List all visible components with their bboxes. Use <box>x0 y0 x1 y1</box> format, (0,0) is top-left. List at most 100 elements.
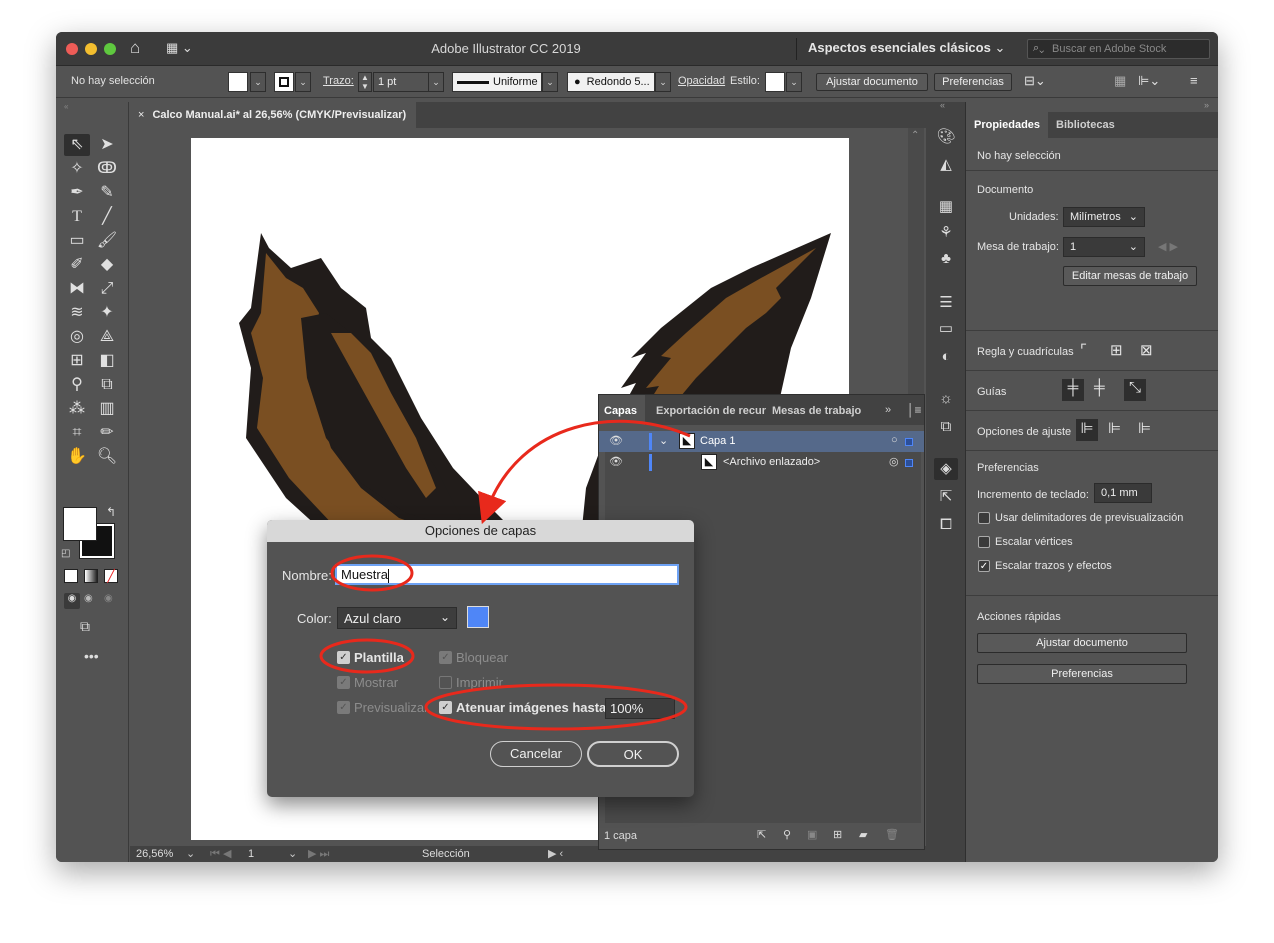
stroke-weight-input[interactable]: 1 pt <box>373 72 429 92</box>
draw-behind-icon[interactable]: ◉ <box>84 593 93 604</box>
layer-name[interactable]: Capa 1 <box>700 435 735 447</box>
arrange-icon[interactable]: ⊟⌄ <box>1024 73 1046 89</box>
gradient-mode-icon[interactable] <box>84 569 98 583</box>
puppet-warp-tool-icon[interactable]: ✦ <box>94 302 120 324</box>
panel-collapse-icon[interactable]: « <box>64 102 122 112</box>
units-dropdown[interactable]: Milímetros ⌄ <box>1063 207 1145 227</box>
artboard-tool-icon[interactable]: ⌗ <box>64 422 90 444</box>
blend-tool-icon[interactable]: ⧉ <box>94 374 120 396</box>
artboard-dropdown-icon[interactable]: ⌄ <box>288 847 297 860</box>
stroke-swatch[interactable] <box>274 72 294 92</box>
color-dropdown[interactable]: Azul claro ⌄ <box>337 607 457 629</box>
grid-icon[interactable]: ⊞ <box>1110 341 1123 359</box>
pen-tool-icon[interactable]: ✒ <box>64 182 90 204</box>
lasso-tool-icon[interactable]: ↂ <box>94 158 120 180</box>
color-panel-icon[interactable]: 🎨︎ <box>934 126 958 148</box>
brush-dropdown-arrow[interactable]: ⌄ <box>655 72 671 92</box>
atenuar-percent-input[interactable]: 100% <box>605 698 675 719</box>
preferencias-button[interactable]: Preferencias <box>934 73 1012 91</box>
artboard-nav-first-icon[interactable]: ⏮︎ ◀︎ <box>210 847 231 861</box>
snap-icon[interactable]: ⊫⌄ <box>1138 73 1160 89</box>
line-tool-icon[interactable]: ╱ <box>94 206 120 228</box>
snap-to-grid-icon[interactable]: ⊫ <box>1138 419 1151 437</box>
color-guide-icon[interactable]: ◭ <box>934 154 958 176</box>
symbols-panel-icon[interactable]: ♣ <box>934 248 958 270</box>
paintbrush-tool-icon[interactable]: 🖌 <box>94 230 120 252</box>
magic-wand-tool-icon[interactable]: ✧ <box>64 158 90 180</box>
ruler-icon[interactable]: ⌜ <box>1080 341 1087 359</box>
swap-colors-icon[interactable]: ↰ <box>106 505 116 519</box>
workspace-selector[interactable]: Aspectos esenciales clásicos ⌄ <box>808 40 1005 56</box>
tab-capas[interactable]: Capas <box>599 395 645 425</box>
layer-name-input[interactable]: Muestra <box>335 564 679 585</box>
eyedropper-tool-icon[interactable]: ⚲ <box>64 374 90 396</box>
gradient-panel-icon[interactable]: ▭ <box>934 318 958 340</box>
style-dropdown[interactable]: ⌄ <box>786 72 802 92</box>
shaper-tool-icon[interactable]: ✐ <box>64 254 90 276</box>
eraser-tool-icon[interactable]: ◆ <box>94 254 120 276</box>
tab-artboards[interactable]: Mesas de trabajo <box>767 395 866 425</box>
layer-row[interactable]: 👁︎ ⌄ ◣ Capa 1 ○ <box>599 431 924 452</box>
dock-collapse-icon[interactable]: « <box>940 100 945 110</box>
column-graph-tool-icon[interactable]: ▥ <box>94 398 120 420</box>
visibility-eye-icon[interactable]: 👁︎ <box>609 455 623 468</box>
artboard-prev-next-icon[interactable]: ◀ ▶ <box>1158 240 1178 253</box>
zoom-level[interactable]: 26,56% <box>136 848 173 860</box>
export-icon[interactable]: ⇱ <box>757 828 766 841</box>
quick-ajustar-button[interactable]: Ajustar documento <box>977 633 1187 653</box>
ok-button[interactable]: OK <box>587 741 679 767</box>
atenuar-checkbox[interactable]: ✓ <box>439 701 452 714</box>
snap-to-pixel-icon[interactable]: ⊫ <box>1108 419 1121 437</box>
quick-preferences-button[interactable]: Preferencias <box>977 664 1187 684</box>
gradient-tool-icon[interactable]: ◧ <box>94 350 120 372</box>
selection-square-icon[interactable] <box>905 459 913 467</box>
expand-arrow-icon[interactable]: ⌄ <box>659 434 668 447</box>
width-tool-icon[interactable]: ≋ <box>64 302 90 324</box>
brush-dropdown[interactable]: ● Redondo 5... <box>567 72 655 92</box>
minimize-window-button[interactable] <box>85 43 97 55</box>
perspective-grid-tool-icon[interactable]: ⟁ <box>94 326 120 348</box>
document-tab[interactable]: × Calco Manual.ai* al 26,56% (CMYK/Previs… <box>130 102 416 128</box>
curvature-tool-icon[interactable]: ✎ <box>94 182 120 204</box>
align-grid-icon[interactable]: ▦ <box>1114 73 1126 89</box>
appearance-panel-icon[interactable]: ☼ <box>934 388 958 410</box>
stroke-color-dropdown[interactable]: ⌄ <box>295 72 311 92</box>
target-circle-icon[interactable]: ◎ <box>889 455 899 468</box>
asset-export-icon[interactable]: ⇱ <box>934 486 958 508</box>
tab-asset-export[interactable]: Exportación de recur <box>651 395 767 425</box>
bloquear-checkbox[interactable]: ✓ <box>439 651 452 664</box>
scale-tool-icon[interactable]: ⤢ <box>94 278 120 300</box>
home-icon[interactable]: ⌂ <box>130 38 140 58</box>
more-tools-icon[interactable]: ••• <box>84 648 99 664</box>
graphic-styles-icon[interactable]: ⧉ <box>934 416 958 438</box>
type-tool-icon[interactable]: T <box>64 206 90 228</box>
panel-menu-icon[interactable]: │≡ <box>907 403 922 417</box>
brushes-panel-icon[interactable]: ⚘ <box>934 222 958 244</box>
workspace-switcher-icon[interactable]: ▦ ⌄ <box>166 40 193 56</box>
color-swatch[interactable] <box>467 606 489 628</box>
plantilla-checkbox[interactable]: ✓ <box>337 651 350 664</box>
previsualizar-checkbox[interactable]: ✓ <box>337 701 350 714</box>
tab-propiedades[interactable]: Propiedades <box>966 112 1049 138</box>
opacity-label[interactable]: Opacidad <box>678 75 725 87</box>
panel-collapse-arrows-icon[interactable]: » <box>885 404 891 416</box>
clipping-mask-icon[interactable]: ▣ <box>807 828 817 841</box>
rectangle-tool-icon[interactable]: ▭ <box>64 230 90 252</box>
new-sublayer-icon[interactable]: ⊞ <box>833 828 842 841</box>
close-window-button[interactable] <box>66 43 78 55</box>
snap-to-point-icon[interactable]: ⊫ <box>1076 419 1098 441</box>
artboard-nav-last-icon[interactable]: ▶︎ ⏭︎ <box>308 847 329 861</box>
tab-bibliotecas[interactable]: Bibliotecas <box>1048 112 1123 138</box>
panel-expand-icon[interactable]: » <box>1204 100 1209 110</box>
fill-dropdown[interactable]: ⌄ <box>250 72 266 92</box>
fill-color-box[interactable] <box>63 507 97 541</box>
smart-guides-icon[interactable]: ⤡ <box>1124 379 1146 401</box>
stroke-panel-icon[interactable]: ☰ <box>934 292 958 314</box>
cancel-button[interactable]: Cancelar <box>490 741 582 767</box>
ajustar-documento-button[interactable]: Ajustar documento <box>816 73 928 91</box>
stroke-profile-dropdown[interactable]: Uniforme <box>452 72 542 92</box>
selection-tool-icon[interactable]: ⇖ <box>64 134 90 156</box>
target-circle-icon[interactable]: ○ <box>891 434 898 446</box>
panel-menu-icon[interactable]: ≡ <box>1190 73 1198 88</box>
zoom-tool-icon[interactable]: 🔍︎ <box>94 446 120 468</box>
